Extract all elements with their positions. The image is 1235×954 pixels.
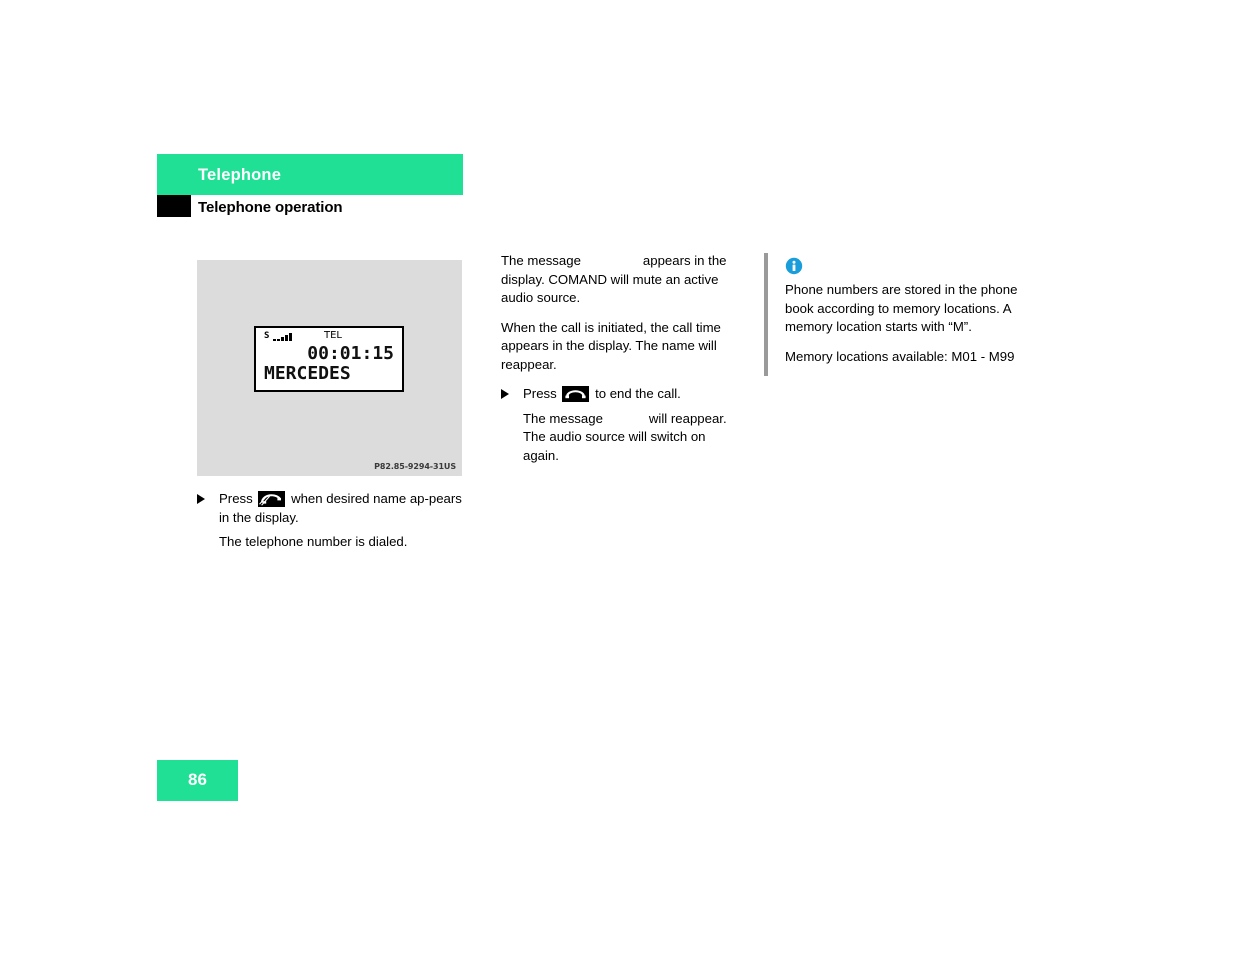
paragraph-message-reappears: The message will reappear. The audio sour…: [501, 410, 745, 466]
message-prefix-text: The message: [523, 410, 603, 426]
phone-send-icon: [258, 491, 286, 507]
note-paragraph-memory-locations: Phone numbers are stored in the phone bo…: [785, 282, 1018, 334]
step-press-text: when desired name ap-pears in the displa…: [219, 491, 462, 525]
info-icon: [785, 257, 803, 275]
step-press-send: Press when desired name ap-pears in the …: [197, 490, 463, 527]
step-press-label: Press: [523, 386, 557, 401]
figure-reference-code: P82.85-9294-31US: [374, 462, 456, 471]
signal-strength-icon: [273, 332, 292, 341]
page-number: 86: [188, 770, 207, 789]
comand-lcd-screen: S TEL 00:01:15 MERCEDES: [254, 326, 404, 392]
lcd-signal-label: S: [264, 331, 270, 341]
phone-end-icon: [562, 386, 590, 402]
middle-text-column: The message appears in the display. COMAN…: [501, 252, 745, 476]
lcd-call-timer: 00:01:15: [307, 343, 394, 364]
paragraph-message-appears: The message appears in the display. COMAN…: [501, 252, 745, 308]
left-text-column: Press when desired name ap-pears in the …: [197, 490, 463, 563]
lcd-status-bar: S TEL: [256, 330, 402, 343]
step-bullet-icon: [197, 494, 205, 504]
step-bullet-icon: [501, 389, 509, 399]
subsection-marker: [157, 195, 191, 217]
page-title: Telephone: [198, 166, 282, 184]
note-text-block: Phone numbers are stored in the phone bo…: [785, 281, 1033, 366]
note-paragraph-memory-range: Memory locations available: M01 - M99: [785, 348, 1015, 364]
step-press-end-call: Press to end the call.: [501, 385, 745, 404]
message-prefix-text: The message: [501, 253, 581, 268]
paragraph-call-initiated: When the call is initiated, the call tim…: [501, 319, 721, 372]
step-press-label: Press: [219, 491, 253, 506]
lcd-mode-label: TEL: [324, 330, 342, 341]
lcd-contact-name: MERCEDES: [264, 363, 351, 384]
note-vertical-rule: [764, 253, 768, 376]
figure-comand-display: S TEL 00:01:15 MERCEDES P82.85-9294-31US: [197, 260, 462, 476]
step-press-text: to end the call.: [595, 386, 681, 401]
step-result-dialed: The telephone number is dialed.: [219, 534, 408, 549]
subsection-title: Telephone operation: [198, 199, 343, 216]
